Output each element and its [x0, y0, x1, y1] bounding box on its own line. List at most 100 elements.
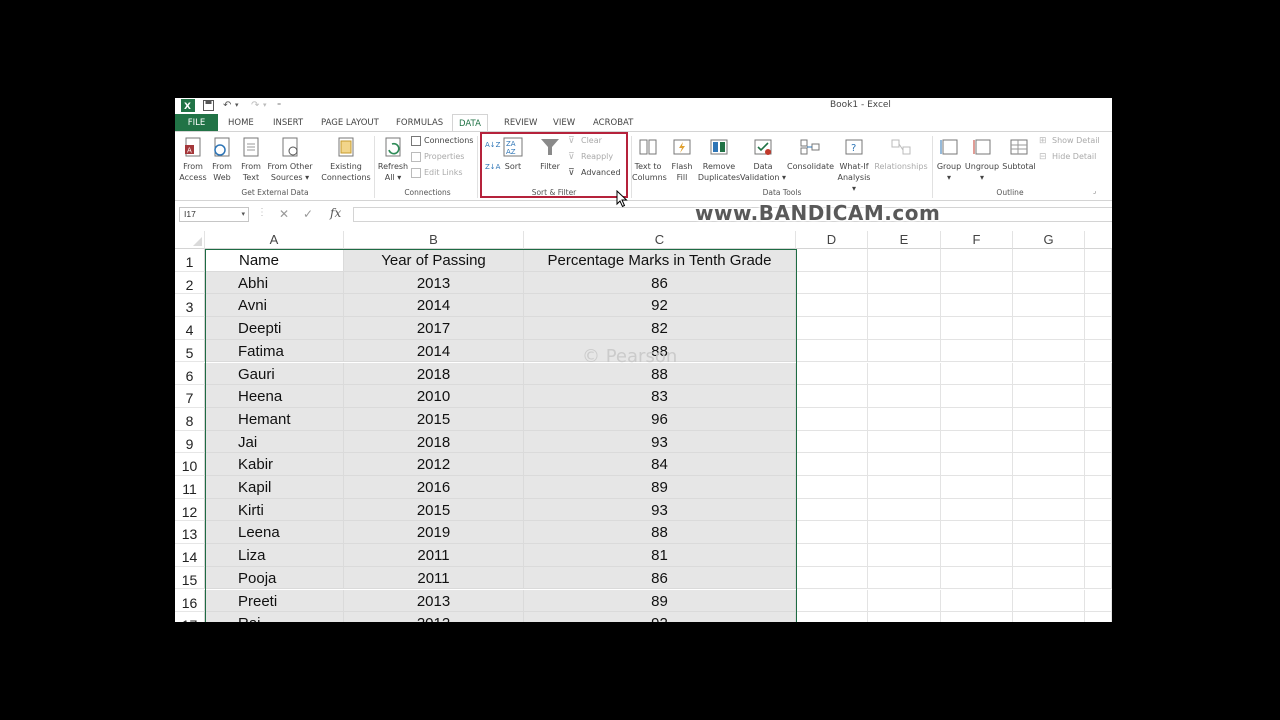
empty-cell[interactable] — [868, 407, 941, 431]
row-header[interactable]: 5 — [175, 339, 205, 363]
redo-icon[interactable]: ↷ — [251, 99, 259, 113]
empty-cell[interactable] — [1013, 589, 1085, 613]
remove-duplicates-button[interactable]: Remove Duplicates — [697, 136, 741, 183]
empty-cell[interactable] — [941, 566, 1013, 590]
cell-b12[interactable]: 2015 — [344, 498, 524, 522]
cell-a12[interactable]: Kirti — [205, 498, 344, 522]
empty-cell[interactable] — [1013, 317, 1085, 340]
cell-b9[interactable]: 2018 — [344, 430, 524, 454]
empty-cell[interactable] — [1085, 453, 1112, 476]
cell-a13[interactable]: Leena — [205, 521, 344, 545]
cell-a10[interactable]: Kabir — [205, 453, 344, 476]
empty-cell[interactable] — [1085, 317, 1112, 340]
empty-cell[interactable] — [796, 612, 868, 622]
empty-cell[interactable] — [941, 385, 1013, 408]
cell-c4[interactable]: 82 — [524, 317, 796, 340]
empty-cell[interactable] — [796, 362, 868, 386]
cell-c2[interactable]: 86 — [524, 271, 796, 295]
cell-c12[interactable]: 93 — [524, 498, 796, 522]
outline-dialog-launcher-icon[interactable]: ⌟ — [1093, 184, 1096, 198]
empty-cell[interactable] — [868, 249, 941, 272]
column-header-b[interactable]: B — [344, 231, 524, 249]
row-header[interactable]: 12 — [175, 498, 205, 522]
empty-cell[interactable] — [941, 294, 1013, 318]
row-header[interactable]: 4 — [175, 317, 205, 340]
refresh-all-button[interactable]: Refresh All ▾ — [377, 136, 409, 183]
empty-cell[interactable] — [1085, 294, 1112, 318]
cell-b1[interactable]: Year of Passing — [344, 249, 524, 272]
cell-c14[interactable]: 81 — [524, 544, 796, 567]
empty-cell[interactable] — [796, 544, 868, 567]
row-header[interactable]: 1 — [175, 249, 205, 272]
cell-b6[interactable]: 2018 — [344, 362, 524, 386]
empty-cell[interactable] — [941, 544, 1013, 567]
cell-b3[interactable]: 2014 — [344, 294, 524, 318]
empty-cell[interactable] — [1013, 612, 1085, 622]
empty-cell[interactable] — [868, 566, 941, 590]
row-header[interactable]: 3 — [175, 294, 205, 318]
column-header-f[interactable]: F — [941, 231, 1013, 249]
empty-cell[interactable] — [1013, 294, 1085, 318]
row-header[interactable]: 2 — [175, 271, 205, 295]
empty-cell[interactable] — [1013, 271, 1085, 295]
empty-cell[interactable] — [941, 339, 1013, 363]
empty-cell[interactable] — [868, 612, 941, 622]
existing-connections-button[interactable]: Existing Connections — [320, 136, 372, 183]
empty-cell[interactable] — [1013, 385, 1085, 408]
empty-cell[interactable] — [941, 521, 1013, 545]
row-header[interactable]: 10 — [175, 453, 205, 476]
empty-cell[interactable] — [1085, 566, 1112, 590]
name-box[interactable]: I17 ▾ — [179, 207, 249, 222]
ungroup-button[interactable]: Ungroup ▾ — [964, 136, 1000, 183]
show-detail-button[interactable]: ⊞ Show Detail — [1039, 134, 1100, 148]
empty-cell[interactable] — [1085, 362, 1112, 386]
empty-cell[interactable] — [941, 430, 1013, 454]
empty-cell[interactable] — [941, 612, 1013, 622]
subtotal-button[interactable]: Subtotal — [1001, 136, 1037, 172]
empty-cell[interactable] — [1085, 476, 1112, 499]
cell-a5[interactable]: Fatima — [205, 339, 344, 363]
empty-cell[interactable] — [796, 249, 868, 272]
empty-cell[interactable] — [1013, 430, 1085, 454]
cell-b4[interactable]: 2017 — [344, 317, 524, 340]
enter-icon[interactable]: ✓ — [303, 207, 313, 221]
cell-c16[interactable]: 89 — [524, 589, 796, 613]
empty-cell[interactable] — [796, 498, 868, 522]
cell-a1[interactable]: Name — [205, 249, 344, 272]
column-header-a[interactable]: A — [205, 231, 344, 249]
undo-icon[interactable]: ↶ — [223, 99, 231, 113]
from-other-sources-button[interactable]: From Other Sources ▾ — [267, 136, 313, 183]
what-if-analysis-button[interactable]: ? What-If Analysis ▾ — [835, 136, 873, 194]
empty-cell[interactable] — [796, 385, 868, 408]
insert-function-icon[interactable]: fx — [330, 206, 341, 220]
name-box-dropdown-icon[interactable]: ▾ — [241, 208, 245, 221]
empty-cell[interactable] — [1085, 612, 1112, 622]
empty-cell[interactable] — [796, 339, 868, 363]
tab-review[interactable]: REVIEW — [498, 114, 543, 132]
from-web-button[interactable]: From Web — [209, 136, 235, 183]
empty-cell[interactable] — [796, 294, 868, 318]
cell-b5[interactable]: 2014 — [344, 339, 524, 363]
cell-c8[interactable]: 96 — [524, 407, 796, 431]
text-to-columns-button[interactable]: Text to Columns — [632, 136, 667, 183]
empty-cell[interactable] — [1013, 544, 1085, 567]
column-header-d[interactable]: D — [796, 231, 868, 249]
empty-cell[interactable] — [1085, 521, 1112, 545]
cell-a15[interactable]: Pooja — [205, 566, 344, 590]
save-icon[interactable] — [203, 100, 214, 111]
empty-cell[interactable] — [941, 589, 1013, 613]
tab-view[interactable]: VIEW — [547, 114, 581, 132]
tab-file[interactable]: FILE — [175, 114, 218, 132]
tab-data[interactable]: DATA — [452, 114, 488, 132]
empty-cell[interactable] — [1013, 249, 1085, 272]
empty-cell[interactable] — [941, 476, 1013, 499]
cell-c3[interactable]: 92 — [524, 294, 796, 318]
row-header[interactable]: 7 — [175, 385, 205, 408]
cell-a11[interactable]: Kapil — [205, 476, 344, 499]
cell-c7[interactable]: 83 — [524, 385, 796, 408]
cell-c10[interactable]: 84 — [524, 453, 796, 476]
row-header[interactable]: 9 — [175, 430, 205, 454]
cell-a16[interactable]: Preeti — [205, 589, 344, 613]
empty-cell[interactable] — [868, 521, 941, 545]
cell-b17[interactable]: 2012 — [344, 612, 524, 622]
